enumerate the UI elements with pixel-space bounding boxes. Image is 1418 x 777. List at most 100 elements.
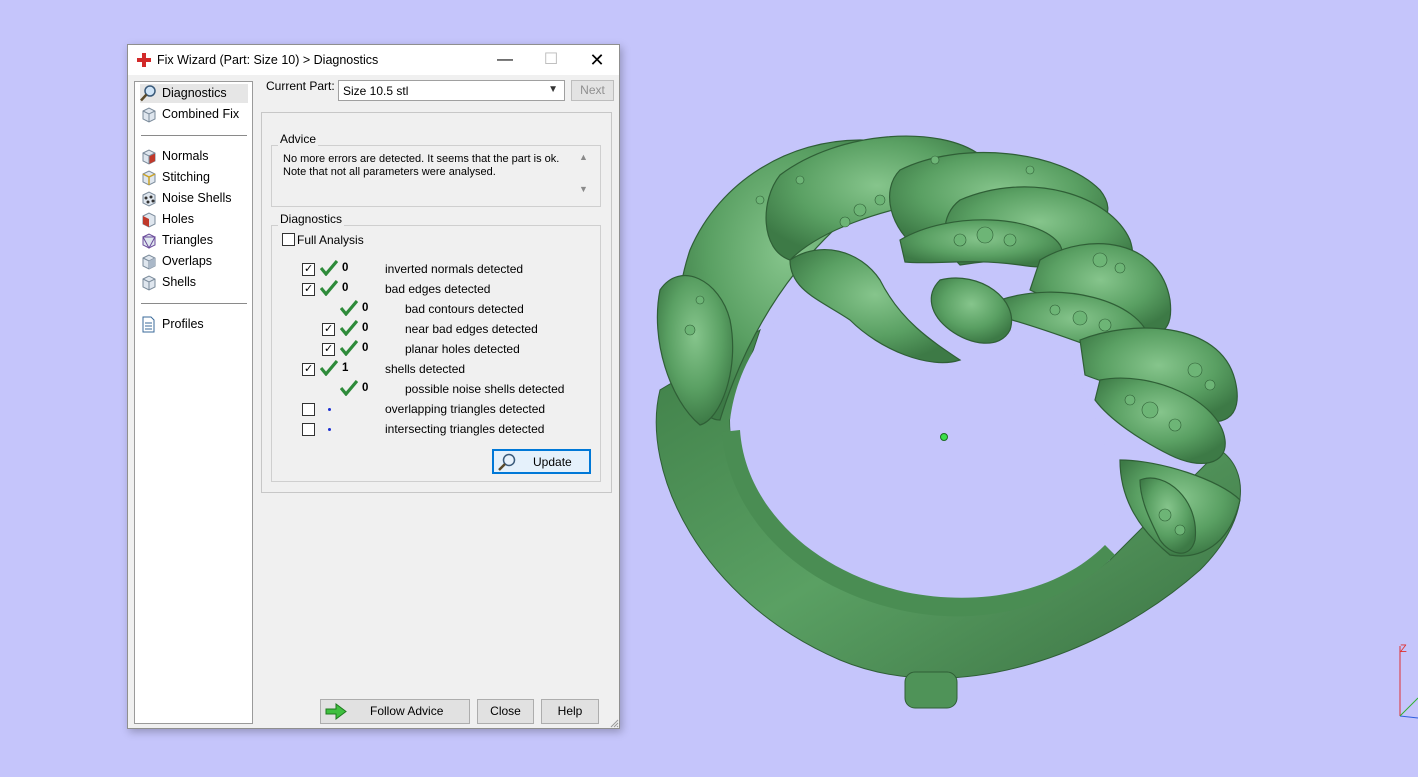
nav-divider — [141, 303, 247, 304]
cube-stitch-icon — [142, 170, 156, 186]
help-button[interactable]: Help — [541, 699, 599, 724]
wizard-nav-panel: Diagnostics Combined Fix Normals Stitchi… — [134, 81, 253, 724]
nav-label: Noise Shells — [162, 191, 232, 205]
diag-label: bad edges detected — [385, 282, 491, 296]
update-label: Update — [533, 455, 572, 469]
advice-line: Note that not all parameters were analys… — [283, 166, 496, 178]
current-part-select[interactable]: Size 10.5 stl ▼ — [338, 80, 565, 101]
planar-holes-checkbox[interactable]: ✓ — [322, 343, 335, 356]
green-check-icon — [340, 300, 358, 316]
green-check-icon — [340, 320, 358, 336]
shells-checkbox[interactable]: ✓ — [302, 363, 315, 376]
diag-label: shells detected — [385, 362, 466, 376]
diag-count: 0 — [342, 262, 349, 274]
nav-divider — [141, 135, 247, 136]
nav-label: Normals — [162, 149, 209, 163]
red-cross-icon — [137, 53, 151, 67]
dots-cube-icon — [142, 191, 156, 207]
follow-advice-label: Follow Advice — [370, 704, 444, 718]
follow-advice-button[interactable]: Follow Advice — [320, 699, 470, 724]
near-bad-edges-checkbox[interactable]: ✓ — [322, 323, 335, 336]
current-part-value: Size 10.5 stl — [343, 84, 409, 98]
diag-count: 0 — [362, 302, 369, 314]
nav-item-overlaps[interactable]: Overlaps — [140, 252, 248, 271]
check-mark-icon: ✓ — [324, 343, 334, 355]
diag-label: bad contours detected — [405, 302, 524, 316]
check-mark-icon: ✓ — [304, 283, 314, 295]
chevron-down-icon: ▼ — [548, 84, 558, 95]
diag-count: 0 — [362, 342, 369, 354]
nav-label: Profiles — [162, 317, 204, 331]
scroll-down-icon[interactable]: ▼ — [579, 184, 588, 194]
nav-item-normals[interactable]: Normals — [140, 147, 248, 166]
diagnostics-title: Diagnostics — [278, 212, 345, 226]
current-part-label: Current Part: — [266, 79, 335, 93]
update-button[interactable]: Update — [492, 449, 591, 474]
check-mark-icon: ✓ — [304, 263, 314, 275]
overlap-cube-icon — [142, 254, 156, 270]
magnifier-icon — [498, 453, 516, 471]
green-check-icon — [320, 360, 338, 376]
axis-triad: Z — [1390, 638, 1418, 726]
diag-count: 0 — [342, 282, 349, 294]
bad-edges-checkbox[interactable]: ✓ — [302, 283, 315, 296]
pending-dot-icon — [328, 408, 331, 411]
inverted-normals-checkbox[interactable]: ✓ — [302, 263, 315, 276]
shells-cube-icon — [142, 275, 156, 291]
cube-hole-icon — [142, 212, 156, 228]
close-window-button[interactable]: ✕ — [574, 45, 620, 75]
nav-label: Holes — [162, 212, 194, 226]
axis-z-label: Z — [1400, 643, 1407, 655]
nav-item-holes[interactable]: Holes — [140, 210, 248, 229]
green-check-icon — [340, 340, 358, 356]
nav-item-triangles[interactable]: Triangles — [140, 231, 248, 250]
green-check-icon — [320, 280, 338, 296]
nav-label: Combined Fix — [162, 107, 240, 121]
diag-count: 0 — [362, 382, 369, 394]
resize-grip-icon[interactable] — [609, 718, 619, 728]
check-mark-icon: ✓ — [304, 363, 314, 375]
check-mark-icon: ✓ — [324, 323, 334, 335]
overlapping-triangles-checkbox[interactable] — [302, 403, 315, 416]
advice-text: No more errors are detected. It seems th… — [283, 153, 573, 179]
window-title: Fix Wizard (Part: Size 10) > Diagnostics — [157, 53, 379, 67]
full-analysis-label: Full Analysis — [297, 233, 364, 247]
diag-count: 0 — [362, 322, 369, 334]
nav-item-stitching[interactable]: Stitching — [140, 168, 248, 187]
triangle-cube-icon — [142, 233, 156, 249]
diag-label: possible noise shells detected — [405, 382, 565, 396]
nav-item-profiles[interactable]: Profiles — [140, 315, 248, 334]
diag-label: overlapping triangles detected — [385, 402, 546, 416]
document-icon — [142, 316, 155, 333]
nav-label: Triangles — [162, 233, 213, 247]
green-check-icon — [340, 380, 358, 396]
scroll-up-icon[interactable]: ▲ — [579, 152, 588, 162]
magnifier-icon — [140, 85, 156, 102]
cube-icon — [142, 107, 156, 123]
close-button[interactable]: Close — [477, 699, 534, 724]
full-analysis-checkbox[interactable] — [282, 233, 295, 246]
nav-label: Overlaps — [162, 254, 213, 268]
nav-item-noise-shells[interactable]: Noise Shells — [140, 189, 248, 208]
next-button[interactable]: Next — [571, 80, 614, 101]
nav-label: Diagnostics — [162, 86, 227, 100]
green-check-icon — [320, 260, 338, 276]
diag-label: inverted normals detected — [385, 262, 524, 276]
minimize-button[interactable]: — — [482, 45, 528, 75]
advice-title: Advice — [278, 132, 319, 146]
maximize-button[interactable]: ☐ — [528, 45, 574, 75]
title-bar[interactable]: Fix Wizard (Part: Size 10) > Diagnostics… — [128, 45, 619, 75]
diag-count: 1 — [342, 362, 349, 374]
nav-label: Stitching — [162, 170, 210, 184]
nav-item-shells[interactable]: Shells — [140, 273, 248, 292]
advice-scrollbar[interactable]: ▲ ▼ — [576, 150, 591, 198]
cube-red-icon — [142, 149, 156, 165]
diag-label: intersecting triangles detected — [385, 422, 545, 436]
nav-item-combined-fix[interactable]: Combined Fix — [140, 105, 248, 124]
nav-item-diagnostics[interactable]: Diagnostics — [140, 84, 248, 103]
diag-label: near bad edges detected — [405, 322, 538, 336]
advice-line: No more errors are detected. It seems th… — [283, 153, 560, 165]
nav-label: Shells — [162, 275, 197, 289]
intersecting-triangles-checkbox[interactable] — [302, 423, 315, 436]
pending-dot-icon — [328, 428, 331, 431]
